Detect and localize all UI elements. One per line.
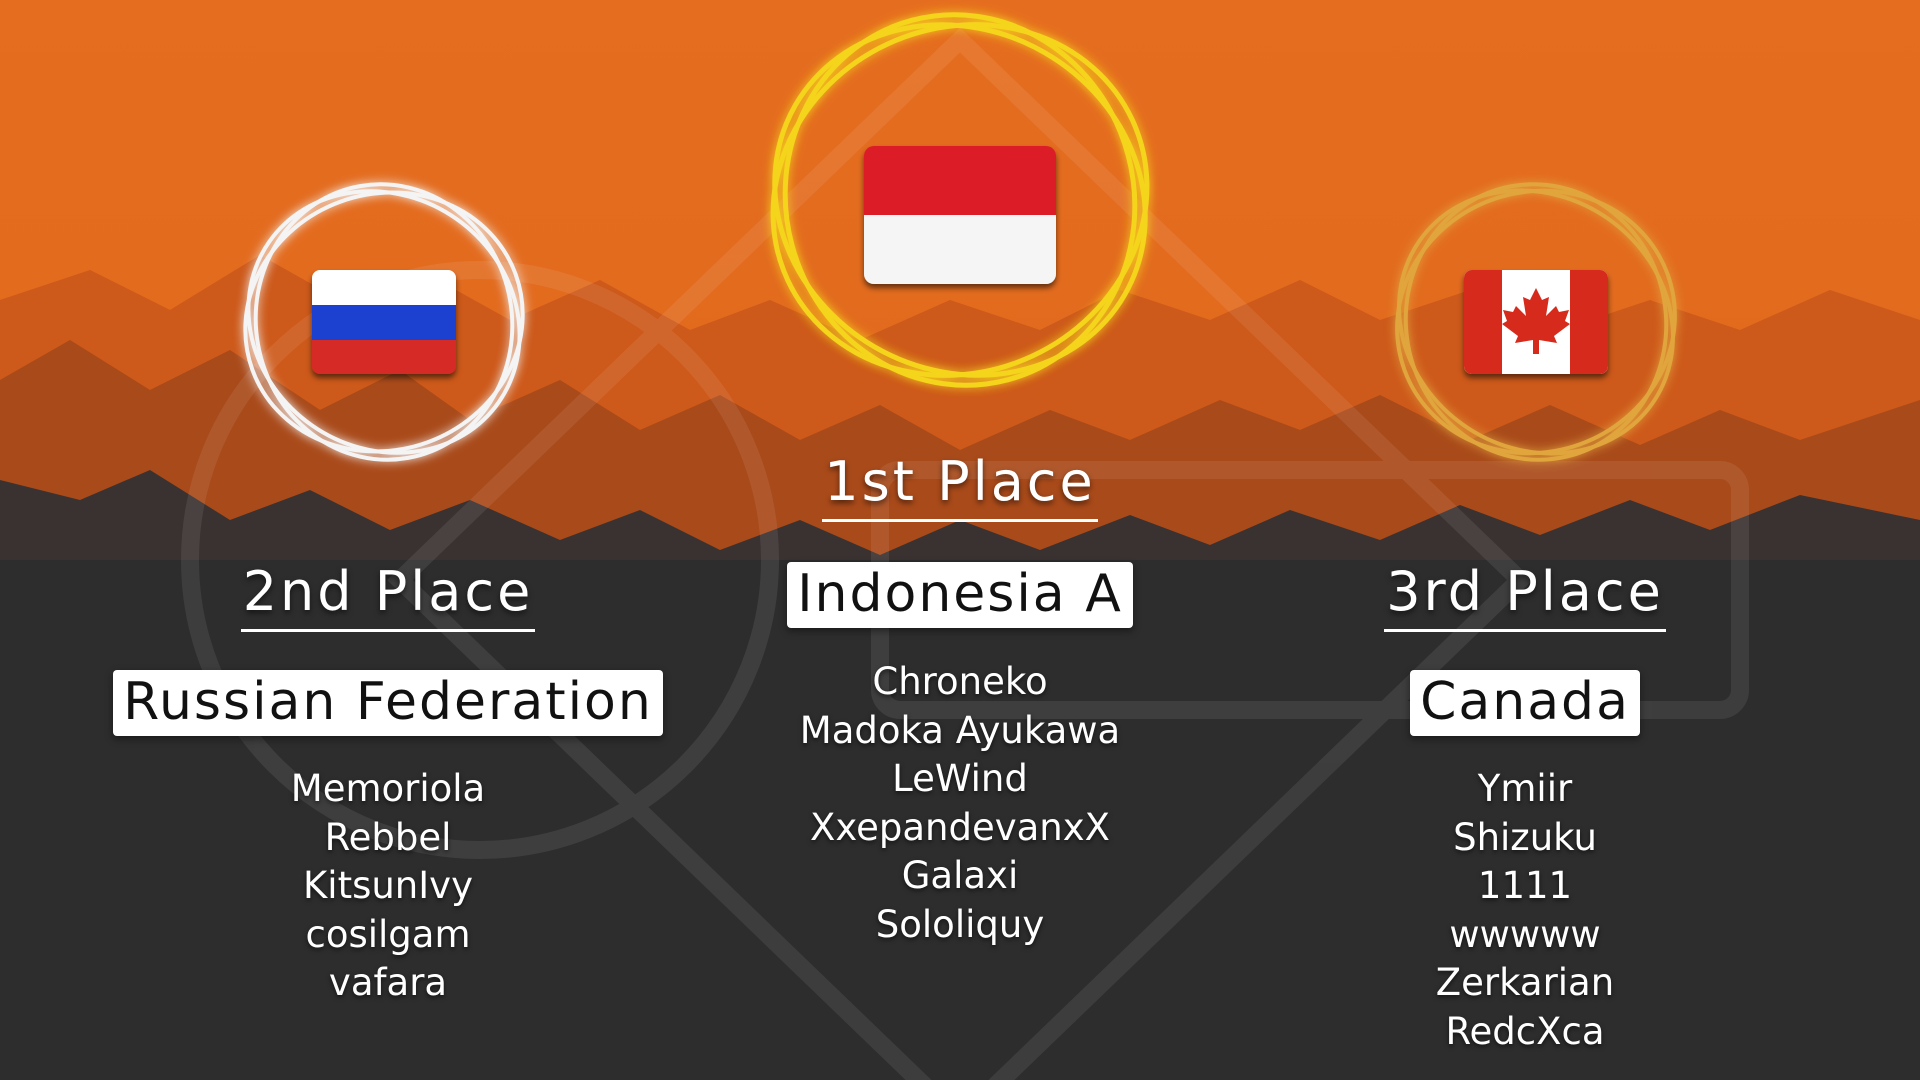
canada-flag-icon: [1464, 270, 1608, 374]
player-name: vafara: [328, 961, 448, 1004]
first-place-team-name: Indonesia A: [787, 562, 1133, 628]
third-place-team-name: Canada: [1410, 670, 1640, 736]
player-name: Rebbel: [324, 815, 452, 859]
results-screen: 2nd Place Russian Federation Memoriola R…: [0, 0, 1920, 1080]
player-name: RedcXca: [1445, 1009, 1605, 1053]
player-name: 1111: [1477, 864, 1573, 907]
player-name: wwwww: [1449, 912, 1601, 956]
russia-flag-icon: [312, 270, 456, 374]
player-name: LeWind: [892, 757, 1028, 800]
second-place-roster: Memoriola Rebbel KitsunIvy cosilgam vafa…: [88, 765, 688, 1008]
player-name: Shizuku: [1453, 815, 1597, 859]
player-name: Sololiquy: [875, 902, 1045, 946]
player-name: XxepandevanxX: [810, 805, 1110, 849]
third-place-title: 3rd Place: [1384, 560, 1666, 632]
player-name: Madoka Ayukawa: [799, 708, 1121, 752]
player-name: Zerkarian: [1435, 961, 1615, 1004]
first-place-title: 1st Place: [822, 450, 1098, 522]
player-name: Ymiir: [1477, 767, 1573, 810]
first-place-roster: Chroneko Madoka Ayukawa LeWind Xxepandev…: [660, 658, 1260, 949]
player-name: KitsunIvy: [303, 864, 473, 907]
player-name: Galaxi: [901, 854, 1019, 897]
second-place-title: 2nd Place: [240, 560, 536, 632]
third-place-roster: Ymiir Shizuku 1111 wwwww Zerkarian RedcX…: [1225, 765, 1825, 1056]
player-name: Memoriola: [290, 767, 486, 810]
indonesia-flag-icon: [864, 146, 1056, 284]
player-name: cosilgam: [305, 912, 471, 956]
second-place-team-name: Russian Federation: [113, 670, 663, 736]
player-name: Chroneko: [872, 660, 1048, 703]
